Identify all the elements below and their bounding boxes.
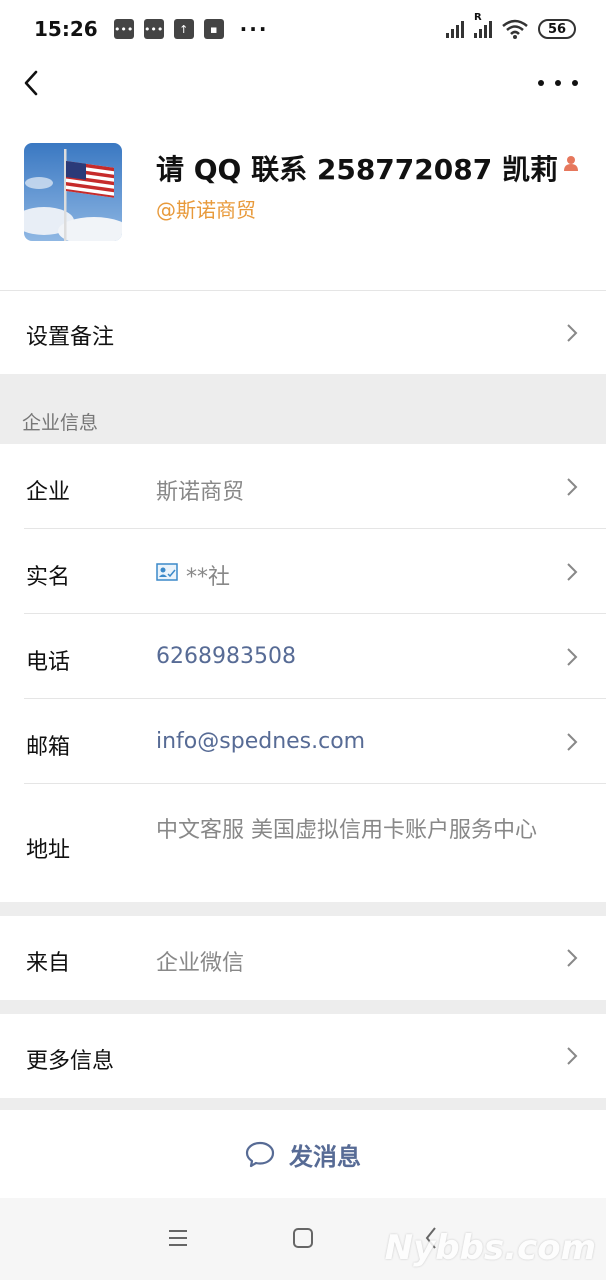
phone-label: 电话 <box>26 650 71 675</box>
chat-bubble-icon <box>245 1141 275 1168</box>
section-title: 企业信息 <box>22 412 99 434</box>
source-row[interactable]: 来自 企业微信 <box>0 916 606 1000</box>
address-row[interactable]: 地址 中文客服 美国虚拟信用卡账户服务中心 <box>0 784 606 902</box>
chevron-right-icon <box>567 949 578 967</box>
address-label: 地址 <box>26 838 71 863</box>
menu-icon[interactable] <box>168 1228 188 1248</box>
real-name-value: **社 <box>186 565 231 590</box>
message-notification-icon: ••• <box>143 19 164 39</box>
chevron-right-icon <box>567 733 578 751</box>
signal-roaming-icon: R <box>474 12 492 38</box>
send-message-label: 发消息 <box>289 1142 361 1171</box>
avatar[interactable] <box>24 143 122 241</box>
signal-icon <box>446 20 464 38</box>
chevron-right-icon <box>567 563 578 581</box>
person-icon <box>564 156 578 171</box>
app-notification-icon: ▪ <box>203 19 224 39</box>
source-label: 来自 <box>26 951 71 976</box>
enterprise-value: 斯诺商贸 <box>156 480 245 505</box>
status-time: 15:26 <box>34 17 98 41</box>
back-arrow-icon[interactable] <box>18 66 48 100</box>
email-value[interactable]: info@spednes.com <box>156 729 365 754</box>
more-info-label: 更多信息 <box>26 1049 115 1074</box>
roaming-label: R <box>474 12 482 23</box>
top-nav <box>0 58 606 108</box>
profile-name: 请 QQ 联系 258772087 凯莉 <box>156 153 558 186</box>
real-name-label: 实名 <box>26 565 71 590</box>
id-card-icon <box>156 563 178 581</box>
more-info-row[interactable]: 更多信息 <box>0 1014 606 1098</box>
real-name-row[interactable]: 实名 **社 <box>0 529 606 614</box>
battery-icon: 56 <box>538 19 576 39</box>
address-value: 中文客服 美国虚拟信用卡账户服务中心 <box>156 818 537 843</box>
chevron-right-icon <box>567 1047 578 1065</box>
email-label: 邮箱 <box>26 735 71 760</box>
home-icon[interactable] <box>293 1228 313 1248</box>
upload-icon: ↑ <box>173 19 194 39</box>
chevron-right-icon <box>567 478 578 496</box>
message-notification-icon: ••• <box>113 19 134 39</box>
phone-row[interactable]: 电话 6268983508 <box>0 614 606 699</box>
more-dots-icon[interactable] <box>538 66 578 100</box>
status-bar: 15:26 ••• ••• ↑ ▪ ··· R 56 <box>0 0 606 58</box>
email-row[interactable]: 邮箱 info@spednes.com <box>0 699 606 784</box>
set-remark-label: 设置备注 <box>26 325 115 350</box>
chevron-right-icon <box>567 648 578 666</box>
more-notifications-icon: ··· <box>239 17 269 41</box>
phone-value[interactable]: 6268983508 <box>156 644 296 669</box>
source-value: 企业微信 <box>156 951 245 976</box>
profile-header: 请 QQ 联系 258772087 凯莉 @斯诺商贸 <box>0 108 606 290</box>
watermark: Nybbs.com <box>384 1228 596 1268</box>
send-message-button[interactable]: 发消息 <box>0 1110 606 1198</box>
set-remark-row[interactable]: 设置备注 <box>0 290 606 374</box>
chevron-right-icon <box>567 324 578 342</box>
profile-org: @斯诺商贸 <box>156 198 256 222</box>
enterprise-row[interactable]: 企业 斯诺商贸 <box>0 444 606 529</box>
section-header: 企业信息 <box>0 374 606 444</box>
wifi-icon <box>502 19 528 39</box>
enterprise-label: 企业 <box>26 480 71 505</box>
